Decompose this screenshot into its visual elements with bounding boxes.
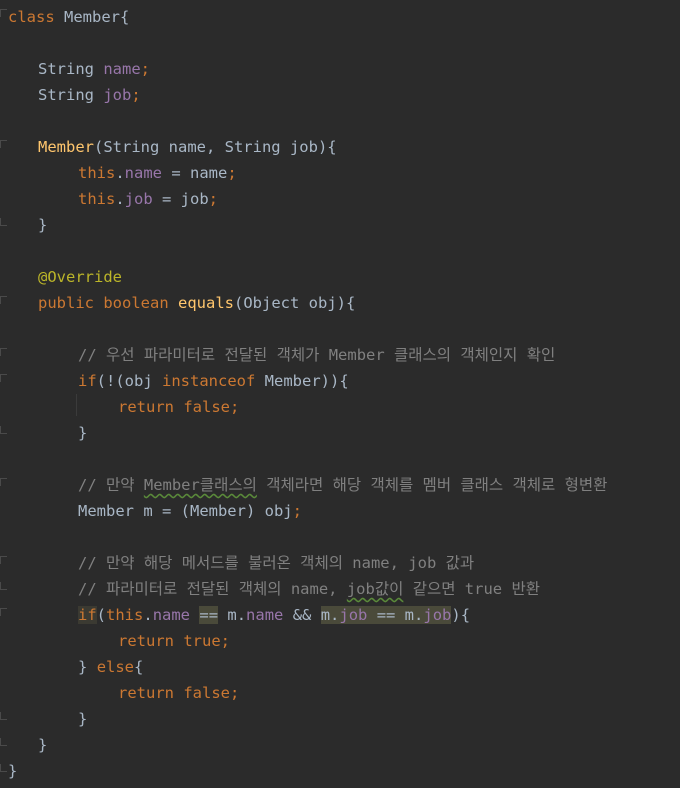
code-line-28: }: [78, 710, 88, 728]
code-line-12: public boolean equals(Object obj){: [38, 294, 356, 312]
code-line-27: return false;: [118, 684, 240, 702]
code-line-6: Member(String name, String job){: [38, 138, 337, 156]
code-line-8: this.job = job;: [78, 190, 219, 208]
code-line-20: Member m = (Member) obj;: [78, 502, 302, 520]
code-line-4: String job;: [38, 86, 141, 104]
fold-marker-icon[interactable]: [0, 712, 7, 720]
code-line-15: if(!(obj instanceof Member)){: [78, 372, 349, 390]
code-editor[interactable]: class Member{ String name; String job; M…: [0, 0, 680, 788]
fold-marker-icon[interactable]: [0, 608, 7, 616]
code-line-24: if(this.name == m.name && m.job == m.job…: [78, 606, 471, 624]
code-line-7: this.name = name;: [78, 164, 237, 182]
fold-marker-icon[interactable]: [0, 218, 7, 226]
code-line-17: }: [78, 424, 88, 442]
fold-marker-icon[interactable]: [0, 9, 7, 17]
code-line-22: // 만약 해당 메서드를 불러온 객체의 name, job 값과: [78, 554, 475, 572]
code-line-1: class Member{: [8, 8, 130, 26]
code-line-11: @Override: [38, 268, 122, 286]
fold-marker-icon[interactable]: [0, 140, 7, 148]
indent-guide: [76, 394, 77, 416]
code-line-26: } else{: [78, 658, 144, 676]
code-line-30: }: [8, 762, 18, 780]
fold-marker-icon[interactable]: [0, 738, 7, 746]
code-line-29: }: [38, 736, 48, 754]
code-line-3: String name;: [38, 60, 151, 78]
code-line-19: // 만약 Member클래스의 객체라면 해당 객체를 멤버 클래스 객체로 …: [78, 476, 608, 494]
code-line-25: return true;: [118, 632, 231, 650]
code-line-9: }: [38, 216, 48, 234]
fold-marker-icon[interactable]: [0, 478, 7, 486]
gutter: [0, 0, 8, 788]
fold-marker-icon[interactable]: [0, 556, 7, 564]
fold-marker-icon[interactable]: [0, 582, 7, 590]
code-line-16: return false;: [118, 398, 240, 416]
code-line-14: // 우선 파라미터로 전달된 객체가 Member 클래스의 객체인지 확인: [78, 346, 556, 364]
fold-marker-icon[interactable]: [0, 374, 7, 382]
code-line-23: // 파라미터로 전달된 객체의 name, job값이 같으면 true 반환: [78, 580, 540, 598]
fold-marker-icon[interactable]: [0, 296, 7, 304]
fold-marker-icon[interactable]: [0, 426, 7, 434]
fold-marker-icon[interactable]: [0, 764, 7, 772]
fold-marker-icon[interactable]: [0, 348, 7, 356]
